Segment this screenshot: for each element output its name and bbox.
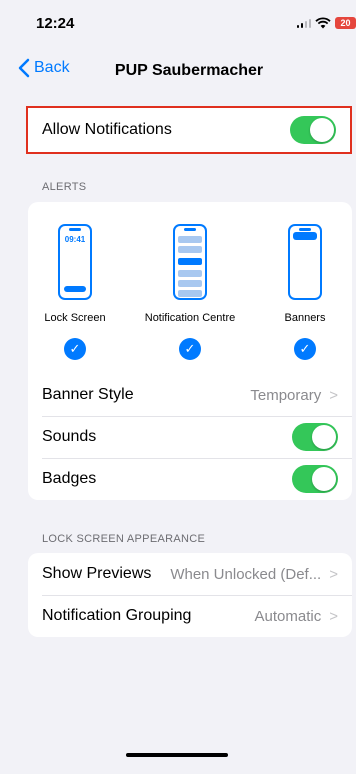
lock-screen-preview-time: 09:41 (64, 235, 86, 244)
banner-style-value: Temporary (250, 386, 322, 404)
notification-grouping-row[interactable]: Notification Grouping Automatic > (28, 595, 352, 637)
banners-label: Banners (284, 312, 326, 324)
alert-style-banners[interactable]: Banners ✓ (264, 224, 346, 360)
notification-grouping-label: Notification Grouping (42, 607, 192, 624)
lock-screen-checkmark-icon[interactable]: ✓ (64, 338, 86, 360)
show-previews-row[interactable]: Show Previews When Unlocked (Def... > (28, 553, 352, 595)
chevron-right-icon: > (329, 607, 338, 625)
alert-style-lock-screen[interactable]: 09:41 Lock Screen ✓ (34, 224, 116, 360)
lock-screen-label: Lock Screen (44, 312, 106, 324)
status-time: 12:24 (36, 14, 75, 32)
page-title: PUP Saubermacher (114, 62, 264, 79)
banners-phone-icon (288, 224, 322, 300)
badges-label: Badges (42, 470, 97, 487)
wifi-icon (315, 17, 331, 29)
notification-centre-label: Notification Centre (144, 312, 236, 324)
status-icons: 20 (296, 17, 356, 29)
battery-icon: 20 (335, 17, 356, 29)
chevron-right-icon: > (329, 386, 338, 404)
show-previews-value: When Unlocked (Def... (170, 565, 322, 583)
notification-centre-phone-icon (173, 224, 207, 300)
lock-screen-appearance-header: LOCK SCREEN APPEARANCE (42, 533, 206, 545)
banners-checkmark-icon[interactable]: ✓ (294, 338, 316, 360)
badges-row: Badges (28, 458, 352, 500)
notification-centre-checkmark-icon[interactable]: ✓ (179, 338, 201, 360)
alert-style-picker: 09:41 Lock Screen ✓ Notification Centre … (28, 202, 352, 374)
lock-screen-appearance-group: Show Previews When Unlocked (Def... > No… (28, 553, 352, 637)
banner-style-row[interactable]: Banner Style Temporary > (28, 374, 352, 416)
sounds-row: Sounds (28, 416, 352, 458)
cellular-signal-icon (296, 18, 311, 28)
chevron-right-icon: > (329, 565, 338, 583)
sounds-label: Sounds (42, 428, 97, 445)
notification-grouping-value: Automatic (254, 607, 322, 625)
allow-notifications-toggle[interactable] (290, 116, 336, 144)
allow-notifications-row: Allow Notifications (26, 106, 352, 154)
alerts-group: 09:41 Lock Screen ✓ Notification Centre … (28, 202, 352, 500)
allow-notifications-label: Allow Notifications (42, 121, 172, 138)
status-bar: 12:24 20 (0, 0, 356, 52)
show-previews-label: Show Previews (42, 565, 152, 582)
badges-toggle[interactable] (292, 465, 338, 493)
home-indicator[interactable] (126, 753, 228, 757)
navigation-bar: Back PUP Saubermacher (0, 52, 356, 92)
sounds-toggle[interactable] (292, 423, 338, 451)
banner-style-label: Banner Style (42, 386, 134, 403)
alerts-section-header: ALERTS (42, 181, 87, 193)
lock-screen-phone-icon: 09:41 (58, 224, 92, 300)
alert-style-notification-centre[interactable]: Notification Centre ✓ (128, 224, 252, 360)
